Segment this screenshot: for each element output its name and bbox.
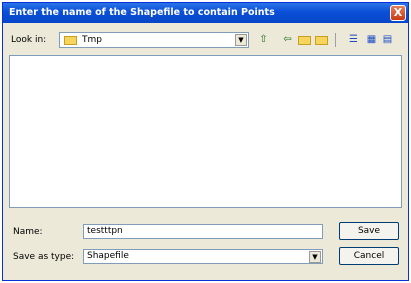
list-view-icon[interactable]: ☰	[345, 32, 362, 48]
save-type-label: Save as type:	[13, 252, 75, 262]
save-type-value: Shapefile	[87, 251, 129, 261]
folder-shape	[315, 36, 328, 45]
file-list[interactable]	[9, 55, 402, 208]
folder-icon[interactable]	[296, 32, 313, 48]
title-bar[interactable]: Enter the name of the Shapefile to conta…	[3, 3, 408, 23]
close-button[interactable]: X	[390, 5, 406, 21]
thumbnails-view-icon[interactable]: ▤	[379, 32, 396, 48]
chevron-down-icon[interactable]: ▼	[309, 251, 321, 263]
window-title: Enter the name of the Shapefile to conta…	[9, 7, 275, 18]
lookin-label: Look in:	[11, 35, 47, 45]
toolbar-separator	[335, 33, 336, 47]
filename-input[interactable]: testttpn	[83, 224, 323, 239]
save-button[interactable]: Save	[339, 222, 399, 240]
lookin-value: Tmp	[82, 35, 102, 45]
save-dialog: Enter the name of the Shapefile to conta…	[2, 2, 409, 281]
back-icon[interactable]: ⇦	[279, 32, 296, 48]
up-folder-icon[interactable]: ⇧	[255, 32, 272, 48]
cancel-button[interactable]: Cancel	[339, 247, 399, 265]
save-type-dropdown[interactable]: Shapefile ▼	[83, 249, 323, 264]
details-view-icon[interactable]: ▦	[363, 32, 380, 48]
folder-icon	[64, 36, 77, 45]
lookin-dropdown[interactable]: Tmp ▼	[59, 32, 249, 48]
chevron-down-icon[interactable]: ▼	[235, 34, 247, 46]
folder-shape	[298, 36, 311, 45]
name-label: Name:	[13, 227, 43, 237]
new-folder-icon[interactable]	[313, 32, 330, 48]
